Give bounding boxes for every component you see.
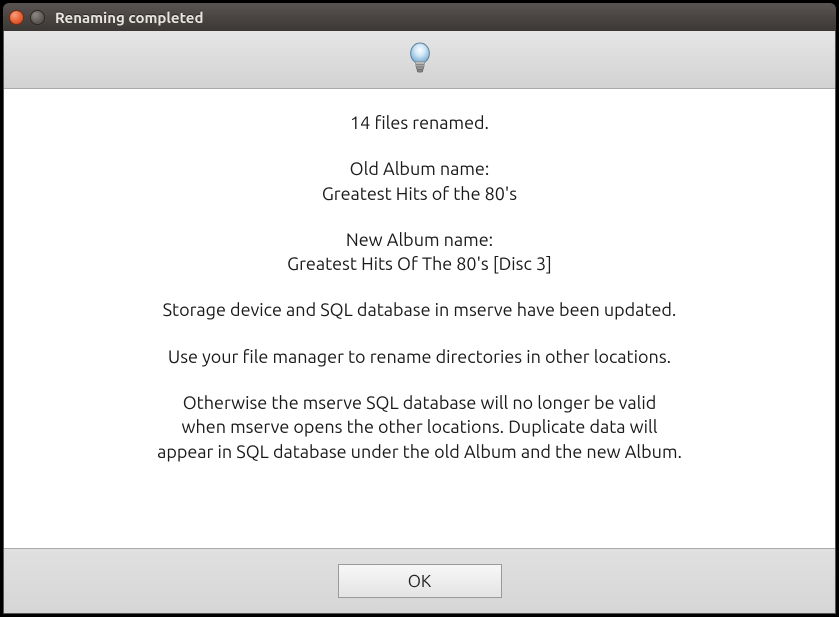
old-album-label: Old Album name: (157, 157, 682, 181)
dialog-icon-area (4, 31, 835, 89)
lightbulb-icon (405, 41, 435, 79)
files-renamed-line: 14 files renamed. (157, 111, 682, 135)
warning-line-3: appear in SQL database under the old Alb… (157, 440, 682, 464)
message-content: 14 files renamed. Old Album name: Greate… (4, 89, 835, 549)
old-album-value: Greatest Hits of the 80's (157, 182, 682, 206)
titlebar[interactable]: Renaming completed (3, 3, 836, 31)
new-album-label: New Album name: (157, 228, 682, 252)
ok-button[interactable]: OK (338, 564, 502, 598)
message-text: 14 files renamed. Old Album name: Greate… (157, 111, 682, 464)
warning-line-2: when mserve opens the other locations. D… (157, 415, 682, 439)
window-body: 14 files renamed. Old Album name: Greate… (3, 31, 836, 614)
close-icon[interactable] (9, 10, 24, 25)
window-title: Renaming completed (55, 9, 203, 26)
window-controls (9, 10, 45, 25)
info-line-2: Use your file manager to rename director… (157, 345, 682, 369)
minimize-icon[interactable] (30, 10, 45, 25)
button-bar: OK (4, 549, 835, 613)
window-frame: Renaming completed (0, 0, 839, 617)
warning-line-1: Otherwise the mserve SQL database will n… (157, 391, 682, 415)
new-album-value: Greatest Hits Of The 80's [Disc 3] (157, 252, 682, 276)
info-line-1: Storage device and SQL database in mserv… (157, 298, 682, 322)
